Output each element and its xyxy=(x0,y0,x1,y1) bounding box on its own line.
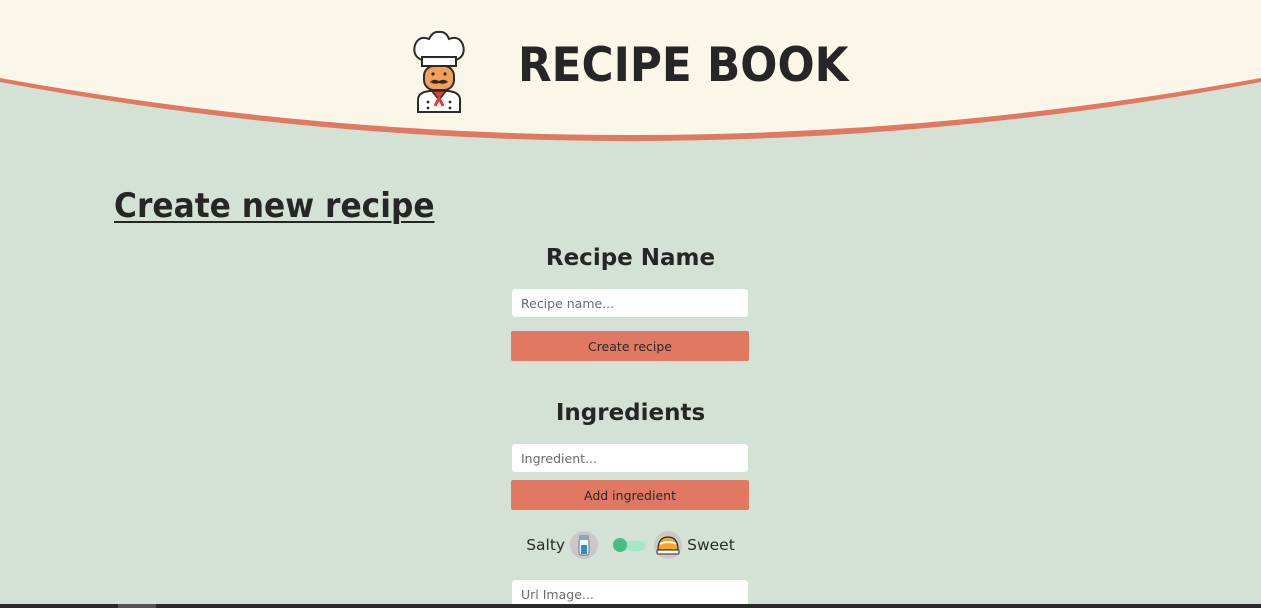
app-title: RECIPE BOOK xyxy=(518,38,849,93)
ingredients-heading: Ingredients xyxy=(555,400,706,426)
scrollbar-thumb[interactable] xyxy=(118,604,156,608)
flavor-toggle[interactable] xyxy=(613,538,647,552)
recipe-name-input[interactable] xyxy=(512,289,748,317)
ingredient-input[interactable] xyxy=(512,444,748,472)
salt-shaker-icon xyxy=(570,531,599,559)
cake-icon xyxy=(654,531,683,559)
flavor-selector: Salty Sweet xyxy=(0,530,1261,560)
salty-label: Salty xyxy=(526,536,566,554)
sweet-label: Sweet xyxy=(687,536,735,554)
horizontal-scrollbar[interactable] xyxy=(0,604,1261,608)
page-title: Create new recipe xyxy=(114,186,435,226)
add-ingredient-button[interactable]: Add ingredient xyxy=(511,480,749,510)
chef-icon xyxy=(413,30,465,113)
create-recipe-button[interactable]: Create recipe xyxy=(511,331,749,361)
recipe-name-heading: Recipe Name xyxy=(545,245,716,271)
app-header: RECIPE BOOK xyxy=(0,0,1261,140)
